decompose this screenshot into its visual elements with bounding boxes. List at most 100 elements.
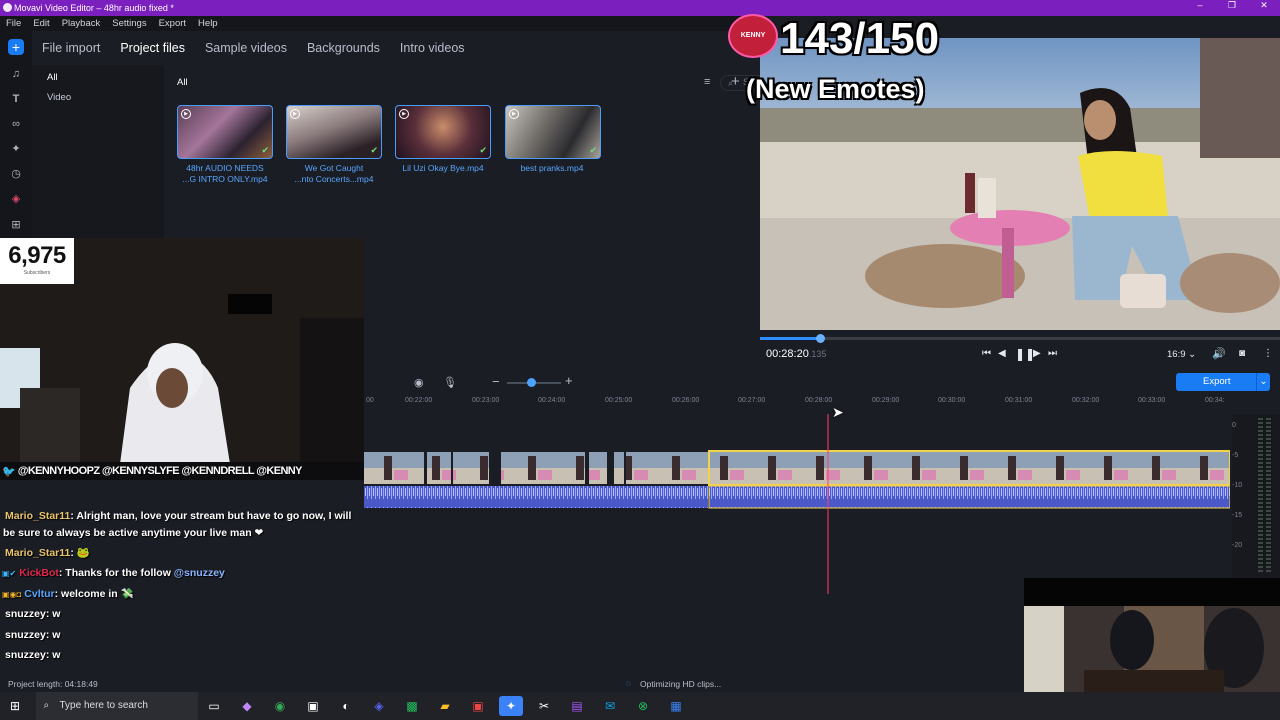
emote-label: (New Emotes) — [746, 74, 925, 104]
capcut-icon[interactable]: ✂ — [532, 696, 556, 716]
play-icon: ▶ — [399, 109, 409, 119]
ruler-tick: 00:24:00 — [538, 397, 566, 404]
playback-progress-fill — [760, 337, 820, 340]
xbox-icon[interactable]: ⊗ — [631, 696, 655, 716]
copilot-icon[interactable]: ◆ — [235, 696, 259, 716]
meter-bar-left — [1258, 418, 1263, 574]
chat-message: snuzzey: w — [5, 629, 61, 641]
player-controls: 00:28:20.135 ⏮ ◀ ❚❚ ▶ ⏭ 16:9 ⌄ 🔊 ◙ ⋮ — [760, 330, 1280, 370]
tab-project-files[interactable]: Project files — [120, 41, 185, 55]
menu-file[interactable]: File — [0, 18, 27, 29]
snapshot-icon[interactable]: ◙ — [1239, 348, 1245, 359]
ruler-tick: 00 — [366, 397, 374, 404]
stickers-icon[interactable]: ◈ — [8, 191, 24, 207]
chat-badges: ▣✔ — [2, 569, 17, 578]
store-icon[interactable]: ▣ — [301, 696, 325, 716]
tab-sample-videos[interactable]: Sample videos — [205, 41, 287, 55]
export-button[interactable]: Export ⌄ — [1176, 373, 1270, 391]
check-icon: ✔ — [261, 145, 269, 155]
close-button[interactable]: ✕ — [1248, 0, 1280, 11]
tool-sidebar: + ♫ T ∞ ✦ ◷ ◈ ⊞ — [0, 31, 32, 241]
media-thumbnail[interactable]: ▶ ✔ — [505, 105, 601, 159]
loading-spinner-icon: ◌ — [626, 678, 632, 688]
menu-export[interactable]: Export — [153, 18, 192, 29]
titles-icon[interactable]: T — [8, 91, 24, 107]
taskbar-search[interactable]: ⌕ Type here to search — [35, 692, 198, 720]
category-all[interactable]: All — [32, 65, 164, 85]
chrome-icon[interactable]: ◉ — [268, 696, 292, 716]
media-thumbnail[interactable]: ▶ ✔ — [395, 105, 491, 159]
tab-backgrounds[interactable]: Backgrounds — [307, 41, 380, 55]
ruler-tick: 00:34: — [1205, 397, 1225, 404]
microphone-icon[interactable]: 🎙 — [443, 376, 457, 389]
meter-bar-right — [1266, 418, 1271, 574]
media-caption: 48hr AUDIO NEEDS ...G INTRO ONLY.mp4 — [182, 163, 268, 184]
discord-icon[interactable]: ◈ — [367, 696, 391, 716]
category-panel: All Video — [32, 65, 164, 240]
play-icon: ▶ — [181, 109, 191, 119]
task-view-icon[interactable]: ▭ — [202, 696, 226, 716]
ruler-tick: 00:29:00 — [872, 397, 900, 404]
check-icon: ✔ — [589, 145, 597, 155]
maximize-button[interactable]: ❐ — [1216, 0, 1248, 11]
chat-message: ▣◉◘ Cvltur: welcome in 💸 — [2, 588, 134, 600]
meter-label: -10 — [1232, 482, 1243, 489]
timeline-toolbar: ◉ 🎙 − + Export ⌄ — [364, 372, 1280, 394]
menu-edit[interactable]: Edit — [27, 18, 55, 29]
chat-message: Mario_Star11: 🐸 — [5, 547, 90, 559]
meter-label: -15 — [1232, 512, 1243, 519]
audio-track[interactable] — [364, 486, 708, 508]
record-screen-icon[interactable]: ◉ — [414, 376, 424, 389]
obs-icon[interactable]: ◐ — [334, 696, 358, 716]
zoom-slider[interactable] — [507, 378, 561, 387]
minimize-button[interactable]: – — [1184, 0, 1216, 11]
timer-icon[interactable]: ◷ — [8, 166, 24, 182]
playback-handle[interactable] — [815, 334, 825, 343]
check-icon: ✔ — [370, 145, 378, 155]
media-caption: We Got Caught ...nto Concerts...mp4 — [294, 163, 374, 184]
add-media-icon[interactable]: + — [8, 39, 24, 55]
aspect-ratio-select[interactable]: 16:9 ⌄ — [1167, 349, 1196, 360]
chat-message: be sure to always be active anytime your… — [3, 527, 264, 539]
menu-help[interactable]: Help — [192, 18, 224, 29]
selected-audio-clip[interactable] — [708, 485, 1231, 509]
file-explorer-icon[interactable]: ▰ — [433, 696, 457, 716]
menu-playback[interactable]: Playback — [56, 18, 107, 29]
category-video[interactable]: Video — [32, 85, 164, 105]
effects-icon[interactable]: ✦ — [8, 141, 24, 157]
movavi-icon[interactable]: ✦ — [499, 696, 523, 716]
zoom-handle[interactable] — [527, 378, 536, 387]
app-blue-icon[interactable]: ▦ — [664, 696, 688, 716]
sort-icon[interactable]: ≡ — [704, 76, 710, 88]
media-thumbnail[interactable]: ▶ ✔ — [286, 105, 382, 159]
app-red-icon[interactable]: ▣ — [466, 696, 490, 716]
volume-icon[interactable]: 🔊 — [1212, 347, 1226, 360]
app-green-icon[interactable]: ▩ — [400, 696, 424, 716]
zoom-out-button[interactable]: − — [492, 374, 500, 389]
outlook-icon[interactable]: ✉ — [598, 696, 622, 716]
selected-video-clip[interactable] — [708, 450, 1231, 486]
playback-progress[interactable] — [760, 334, 1280, 343]
video-clip-group[interactable] — [364, 452, 708, 484]
more-options-icon[interactable]: ⋮ — [1263, 348, 1273, 359]
pip-frame — [1024, 606, 1280, 692]
menu-settings[interactable]: Settings — [106, 18, 152, 29]
more-tools-icon[interactable]: ⊞ — [8, 217, 24, 233]
timeline-ruler[interactable]: 00 00:22:00 00:23:00 00:24:00 00:25:00 0… — [364, 394, 1230, 414]
next-frame-icon[interactable]: ▶ — [1033, 348, 1041, 359]
media-caption: best pranks.mp4 — [520, 163, 584, 173]
app-purple-icon[interactable]: ▤ — [565, 696, 589, 716]
tab-file-import[interactable]: File import — [42, 41, 100, 55]
transitions-icon[interactable]: ∞ — [8, 116, 24, 132]
zoom-in-button[interactable]: + — [565, 373, 573, 388]
prev-frame-icon[interactable]: ◀ — [998, 348, 1006, 359]
skip-start-icon[interactable]: ⏮ — [982, 348, 991, 359]
media-header: All — [177, 77, 188, 88]
media-thumbnail[interactable]: ▶ ✔ — [177, 105, 273, 159]
skip-end-icon[interactable]: ⏭ — [1048, 348, 1057, 359]
music-icon[interactable]: ♫ — [8, 66, 24, 82]
search-icon: ⌕ — [43, 700, 50, 711]
export-dropdown-icon[interactable]: ⌄ — [1256, 373, 1270, 391]
start-button[interactable]: ⊞ — [3, 696, 27, 716]
tab-intro-videos[interactable]: Intro videos — [400, 41, 465, 55]
